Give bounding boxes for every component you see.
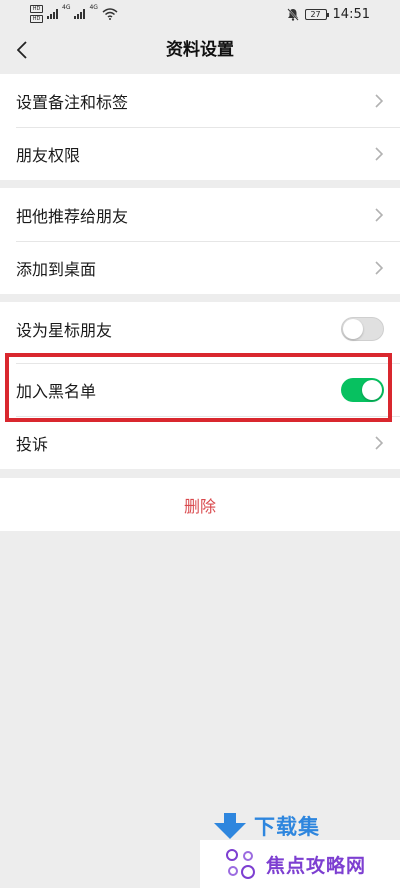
toggle-knob bbox=[362, 379, 382, 400]
hd-badges: HD HD bbox=[30, 5, 43, 23]
watermark-top: 下载集 bbox=[212, 812, 320, 840]
setting-label: 加入黑名单 bbox=[16, 381, 97, 401]
wifi-icon bbox=[102, 8, 118, 20]
settings-group-share: 把他推荐给朋友 添加到桌面 bbox=[0, 188, 400, 294]
chevron-right-icon bbox=[375, 146, 384, 161]
setting-row-friend-permissions[interactable]: 朋友权限 bbox=[0, 127, 400, 180]
chevron-right-icon bbox=[375, 435, 384, 450]
network-type-label: 4G bbox=[89, 4, 98, 11]
star-friend-toggle[interactable] bbox=[341, 316, 384, 341]
delete-label: 删除 bbox=[183, 496, 216, 516]
dots-logo-icon bbox=[226, 849, 255, 879]
status-left: HD HD 4G 4G bbox=[30, 4, 118, 24]
chevron-right-icon bbox=[375, 207, 384, 222]
download-arrow-icon bbox=[214, 813, 246, 839]
hd-badge: HD bbox=[30, 15, 43, 23]
chevron-right-icon bbox=[375, 260, 384, 275]
signal-icon bbox=[74, 9, 86, 19]
watermark-bottom: 焦点攻略网 bbox=[200, 840, 400, 888]
hd-badge: HD bbox=[30, 5, 43, 13]
watermark-bottom-text: 焦点攻略网 bbox=[266, 854, 367, 877]
setting-label: 添加到桌面 bbox=[16, 259, 97, 279]
setting-row-blacklist[interactable]: 加入黑名单 bbox=[0, 363, 400, 416]
network-type-label: 4G bbox=[62, 4, 71, 11]
setting-label: 设为星标朋友 bbox=[16, 320, 113, 340]
settings-group-remark: 设置备注和标签 朋友权限 bbox=[0, 74, 400, 180]
nav-bar: 资料设置 bbox=[0, 28, 400, 72]
setting-row-recommend-to-friend[interactable]: 把他推荐给朋友 bbox=[0, 188, 400, 241]
battery-icon: 27 bbox=[304, 8, 329, 20]
settings-group-privacy: 设为星标朋友 加入黑名单 投诉 bbox=[0, 302, 400, 469]
chevron-right-icon bbox=[375, 93, 384, 108]
signal-icon bbox=[47, 9, 58, 19]
setting-row-report[interactable]: 投诉 bbox=[0, 416, 400, 469]
setting-row-add-to-desktop[interactable]: 添加到桌面 bbox=[0, 241, 400, 294]
setting-label: 朋友权限 bbox=[16, 145, 81, 165]
page-title: 资料设置 bbox=[166, 40, 234, 60]
setting-label: 投诉 bbox=[16, 434, 49, 454]
setting-label: 设置备注和标签 bbox=[16, 92, 129, 112]
status-bar: HD HD 4G 4G 27 14:51 bbox=[0, 0, 400, 28]
delete-button[interactable]: 删除 bbox=[0, 478, 400, 531]
watermark-top-text: 下载集 bbox=[254, 815, 320, 839]
clock-time: 14:51 bbox=[332, 6, 370, 22]
blacklist-toggle[interactable] bbox=[341, 377, 384, 402]
mute-bell-icon bbox=[286, 7, 299, 21]
status-right: 27 14:51 bbox=[286, 4, 370, 24]
setting-label: 把他推荐给朋友 bbox=[16, 206, 129, 226]
setting-row-star-friend[interactable]: 设为星标朋友 bbox=[0, 302, 400, 355]
toggle-knob bbox=[343, 318, 363, 339]
setting-row-remark-tags[interactable]: 设置备注和标签 bbox=[0, 74, 400, 127]
